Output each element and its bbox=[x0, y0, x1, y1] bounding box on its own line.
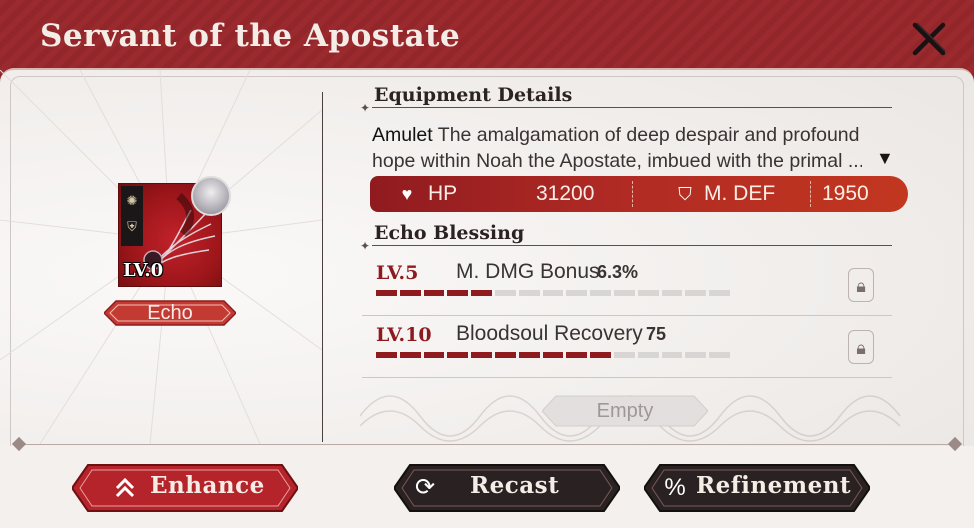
dialog-title: Servant of the Apostate bbox=[40, 18, 461, 54]
item-type-pill: Echo bbox=[104, 298, 236, 328]
enhance-label: Enhance bbox=[150, 472, 265, 499]
blessing-value: 75 bbox=[646, 324, 667, 344]
progress-segment bbox=[518, 290, 540, 296]
progress-segment bbox=[494, 352, 516, 358]
footer-divider bbox=[14, 444, 960, 445]
sun-emblem-icon: ✺ bbox=[126, 193, 138, 208]
stat-separator bbox=[810, 181, 811, 207]
blessing-row: LV.10 Bloodsoul Recovery 75 🔒︎ bbox=[362, 316, 892, 378]
shield-icon: ⛉ bbox=[678, 184, 692, 204]
blessing-level: LV.10 bbox=[376, 324, 432, 346]
progress-segment bbox=[376, 290, 397, 296]
empty-slot-button[interactable]: Empty bbox=[542, 394, 708, 428]
item-card[interactable]: ✺ ⛨ LV.0 bbox=[118, 176, 231, 287]
refresh-arrows-icon: ⟳ bbox=[414, 474, 436, 501]
close-button[interactable] bbox=[906, 16, 952, 62]
progress-segment bbox=[399, 290, 421, 296]
lock-icon[interactable]: 🔒︎ bbox=[848, 268, 874, 302]
progress-segment bbox=[709, 290, 730, 296]
stat-mdef-name: M. DEF bbox=[704, 182, 776, 205]
refinement-button[interactable]: % Refinement bbox=[644, 461, 870, 515]
equipment-details-heading: Equipment Details bbox=[374, 84, 573, 106]
progress-segment bbox=[471, 352, 492, 358]
progress-segment bbox=[566, 290, 588, 296]
progress-segment bbox=[566, 352, 588, 358]
heading-rule bbox=[372, 107, 892, 108]
progress-segment bbox=[376, 352, 397, 358]
blessing-progress bbox=[376, 290, 730, 296]
recast-button[interactable]: ⟳ Recast bbox=[394, 461, 620, 515]
blessing-name: M. DMG Bonus bbox=[456, 260, 600, 283]
progress-segment bbox=[590, 352, 611, 358]
equipment-kind: Amulet bbox=[372, 124, 433, 146]
lock-icon[interactable]: 🔒︎ bbox=[848, 330, 874, 364]
progress-segment bbox=[590, 290, 611, 296]
percent-icon: % bbox=[664, 474, 686, 501]
progress-segment bbox=[685, 290, 707, 296]
progress-segment bbox=[494, 290, 516, 296]
progress-segment bbox=[661, 290, 683, 296]
heart-icon: ♥ bbox=[401, 184, 413, 204]
blessing-row: LV.5 M. DMG Bonus 6.3% 🔒︎ bbox=[362, 254, 892, 316]
item-badges: ✺ ⛨ bbox=[121, 186, 143, 246]
progress-segment bbox=[661, 352, 683, 358]
blessing-progress bbox=[376, 352, 730, 358]
progress-segment bbox=[637, 352, 659, 358]
close-x-icon bbox=[912, 22, 946, 56]
progress-segment bbox=[447, 352, 469, 358]
column-divider bbox=[322, 92, 323, 442]
stat-hp-name: HP bbox=[428, 182, 458, 205]
progress-segment bbox=[709, 352, 730, 358]
progress-segment bbox=[542, 352, 564, 358]
blessing-name: Bloodsoul Recovery bbox=[456, 322, 643, 345]
character-portrait-icon bbox=[191, 176, 231, 216]
progress-segment bbox=[423, 290, 445, 296]
progress-segment bbox=[471, 290, 492, 296]
recast-label: Recast bbox=[470, 472, 560, 499]
empty-slot-label: Empty bbox=[596, 400, 654, 422]
heading-star-icon: ✦ bbox=[360, 239, 371, 253]
progress-segment bbox=[685, 352, 707, 358]
stat-bar: ♥ HP 31200 ⛉ M. DEF 1950 bbox=[370, 176, 908, 212]
progress-segment bbox=[399, 352, 421, 358]
double-chevron-up-icon bbox=[110, 473, 140, 503]
equipment-description: Amulet The amalgamation of deep despair … bbox=[372, 122, 862, 174]
stat-separator bbox=[632, 181, 633, 207]
item-level: LV.0 bbox=[123, 260, 164, 281]
description-line-1: The amalgamation of deep despair and pro… bbox=[437, 124, 860, 146]
progress-segment bbox=[518, 352, 540, 358]
enhance-button[interactable]: Enhance bbox=[72, 461, 298, 515]
stat-hp-value: 31200 bbox=[536, 182, 595, 205]
progress-segment bbox=[637, 290, 659, 296]
blessing-level: LV.5 bbox=[376, 262, 419, 284]
shield-emblem-icon: ⛨ bbox=[127, 219, 137, 234]
progress-segment bbox=[613, 290, 635, 296]
description-line-2: hope within Noah the Apostate, imbued wi… bbox=[372, 150, 862, 172]
heading-star-icon: ✦ bbox=[360, 101, 371, 115]
progress-segment bbox=[423, 352, 445, 358]
heading-rule bbox=[372, 245, 892, 246]
caret-down-icon[interactable]: ▼ bbox=[876, 148, 894, 169]
progress-segment bbox=[447, 290, 469, 296]
progress-segment bbox=[542, 290, 564, 296]
echo-blessing-heading: Echo Blessing bbox=[374, 222, 525, 244]
equipment-dialog: Servant of the Apostate ✺ ⛨ LV.0 Echo Eq… bbox=[0, 0, 974, 528]
item-type-label: Echo bbox=[147, 302, 193, 324]
progress-segment bbox=[613, 352, 635, 358]
refinement-label: Refinement bbox=[696, 472, 852, 499]
stat-mdef-value: 1950 bbox=[822, 182, 869, 205]
blessing-value: 6.3% bbox=[597, 262, 639, 282]
